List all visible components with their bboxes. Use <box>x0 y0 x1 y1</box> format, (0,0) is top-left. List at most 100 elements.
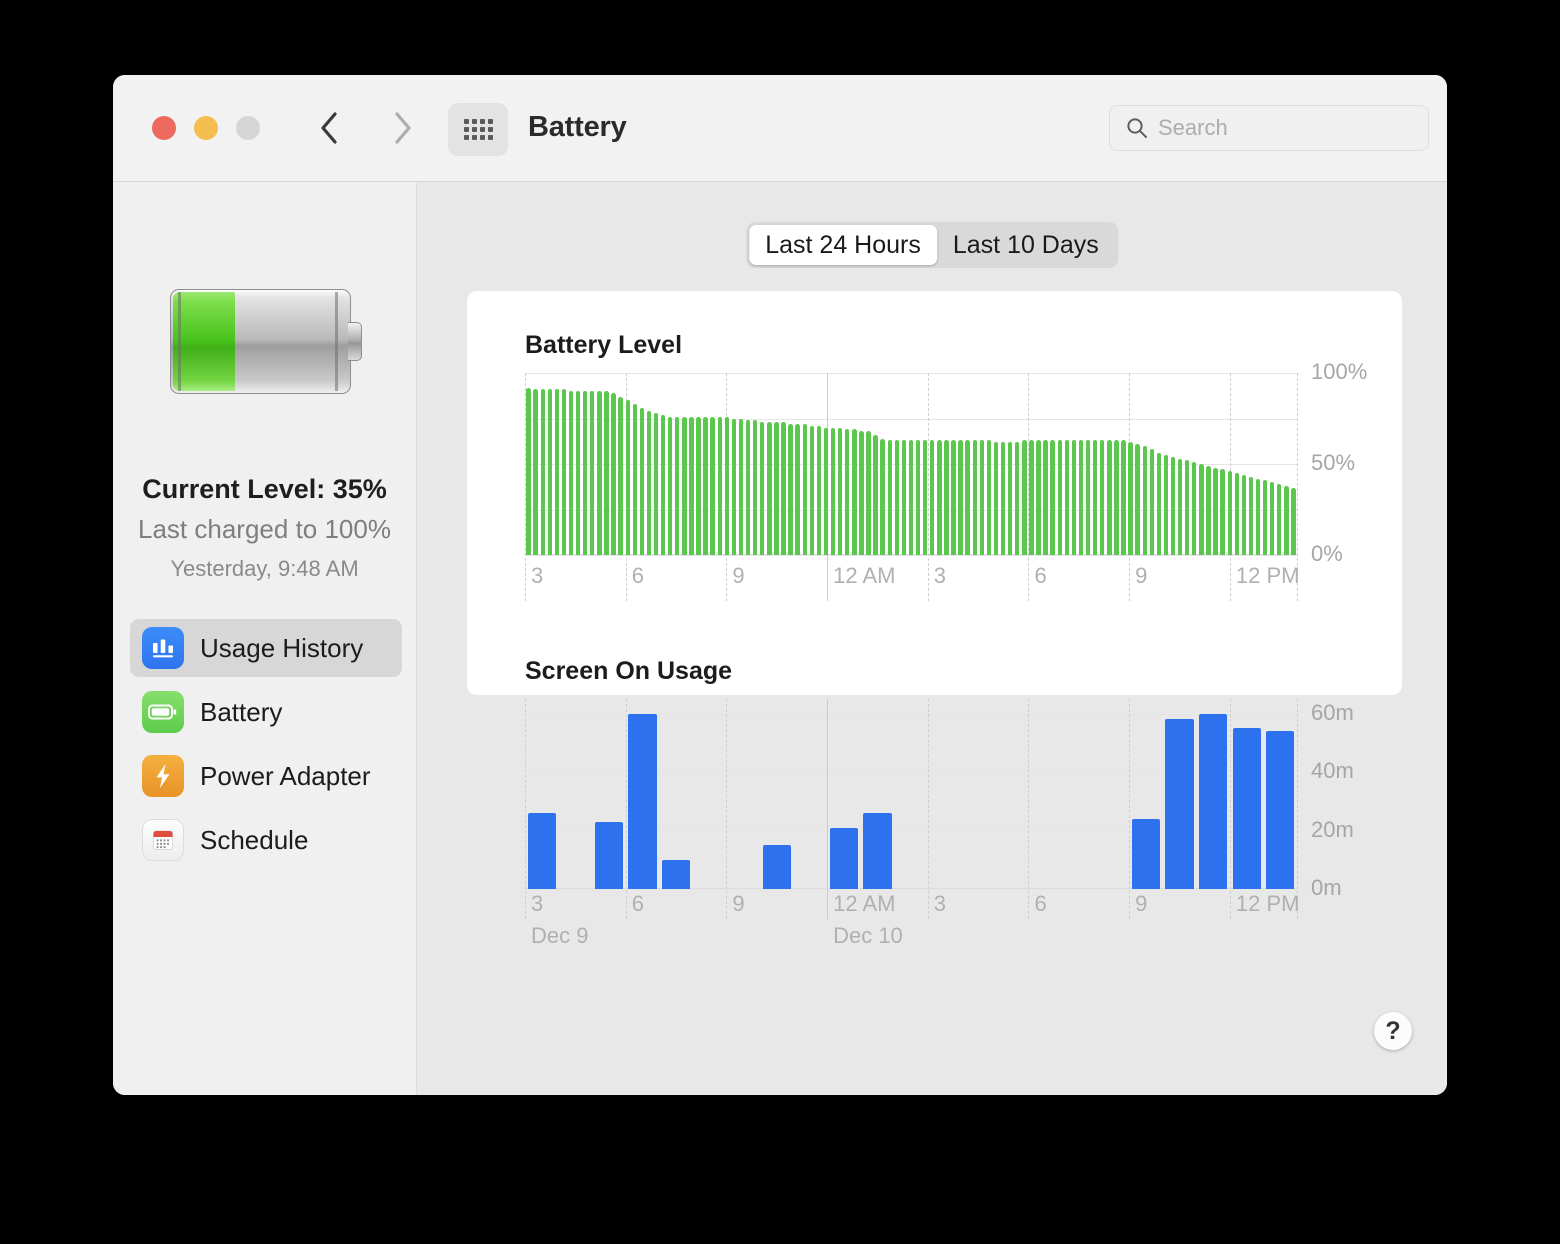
chart-bar <box>1029 440 1034 555</box>
grid-line-vertical <box>1297 699 1298 919</box>
chart-bar <box>527 813 556 889</box>
y-axis-tick-label: 20m <box>1311 816 1354 842</box>
chart-bar <box>547 389 552 555</box>
back-button[interactable] <box>312 111 346 145</box>
chart-bar <box>1135 443 1140 555</box>
chart-bar <box>1165 719 1194 889</box>
chart-bar <box>611 393 616 555</box>
sidebar-item-power-adapter[interactable]: Power Adapter <box>130 747 402 805</box>
chart-bar <box>774 422 779 555</box>
grid-line-vertical <box>1028 699 1030 919</box>
date-label: Dec 9 <box>531 923 589 948</box>
chart-bar <box>1007 442 1013 555</box>
chart-bar <box>1163 454 1169 555</box>
chart-bar <box>873 434 878 555</box>
search-field[interactable] <box>1109 105 1429 151</box>
chart-bar <box>526 387 531 555</box>
zoom-button[interactable] <box>236 116 260 140</box>
help-button[interactable]: ? <box>1374 1012 1412 1050</box>
chart-bar <box>781 422 786 555</box>
sidebar-item-usage-history[interactable]: Usage History <box>130 619 402 677</box>
grid-icon <box>463 119 493 140</box>
chart-bar <box>1213 467 1218 555</box>
grid-line-vertical <box>525 699 526 919</box>
y-axis-tick-label: 50% <box>1311 450 1356 475</box>
sidebar-item-schedule[interactable]: Schedule <box>130 811 402 869</box>
battery-level-chart[interactable] <box>525 373 1298 601</box>
grid-line-vertical <box>1129 699 1131 919</box>
battery-fill <box>173 292 235 391</box>
chart-bar <box>901 440 907 555</box>
show-all-button[interactable] <box>448 103 508 156</box>
chart-bar <box>1128 442 1133 555</box>
chart-bar <box>561 389 567 555</box>
chart-bar <box>575 391 581 555</box>
chart-bar <box>1121 440 1126 555</box>
grid-line-vertical <box>927 699 929 919</box>
chart-bar <box>717 416 722 555</box>
chart-bar <box>829 827 858 889</box>
window-body: Current Level: 35% Last charged to 100% … <box>113 182 1447 1095</box>
sidebar-item-battery[interactable]: Battery <box>130 683 402 741</box>
chart-bar <box>937 440 942 555</box>
chart-bar <box>866 431 871 555</box>
chart-bar <box>1227 471 1232 555</box>
chart-bar <box>1114 440 1119 555</box>
chart-bar <box>965 440 970 555</box>
battery-icon <box>142 691 184 733</box>
battery-level-chart-title: Battery Level <box>525 331 683 359</box>
chart-bar <box>1206 465 1211 555</box>
grid-line-vertical <box>726 699 728 919</box>
tab-last-24-hours[interactable]: Last 24 Hours <box>749 225 937 265</box>
forward-button[interactable] <box>386 111 420 145</box>
chart-bar <box>1199 464 1204 555</box>
x-axis-tick-label: 12 PM <box>1235 891 1300 916</box>
chart-bar <box>1270 482 1275 555</box>
chart-bar <box>604 391 609 555</box>
close-button[interactable] <box>152 116 176 140</box>
battery-preferences-window: Battery Current Level: 35% Last charged … <box>113 75 1447 1095</box>
chart-bar <box>639 407 645 555</box>
chart-bar <box>809 425 815 555</box>
sidebar: Current Level: 35% Last charged to 100% … <box>113 182 417 1095</box>
chart-bar <box>972 440 977 555</box>
range-segmented-control[interactable]: Last 24 Hours Last 10 Days <box>746 222 1118 268</box>
chart-bar <box>1149 449 1154 555</box>
chart-bar <box>762 845 791 889</box>
chart-bar <box>1036 440 1041 555</box>
last-charged-time: Yesterday, 9:48 AM <box>170 556 359 581</box>
y-axis-tick-label: 40m <box>1311 758 1354 784</box>
screen-on-usage-chart[interactable] <box>525 699 1298 919</box>
chart-bar <box>845 429 850 555</box>
grid-line <box>525 889 1297 890</box>
chart-bar <box>724 416 730 555</box>
chart-bar <box>1000 442 1006 555</box>
chart-bar <box>628 713 657 889</box>
chart-bar <box>951 440 956 555</box>
chart-bar <box>922 440 928 555</box>
window-toolbar: Battery <box>113 75 1447 182</box>
chart-bar <box>1248 476 1254 555</box>
chart-bar <box>1131 818 1161 889</box>
x-axis-tick-label: 9 <box>1135 891 1148 916</box>
chart-bar <box>646 411 652 555</box>
chart-bar <box>802 423 807 555</box>
tab-last-10-days[interactable]: Last 10 Days <box>937 225 1115 265</box>
chart-bar <box>1192 462 1197 555</box>
chart-bar <box>710 416 715 555</box>
y-axis-tick-label: 100% <box>1311 359 1368 384</box>
chart-bar <box>1100 440 1105 555</box>
chart-bar <box>1284 485 1289 555</box>
chart-bar <box>1078 440 1084 555</box>
x-axis-tick-label: 3 <box>531 891 544 916</box>
chart-bar <box>682 416 687 555</box>
sidebar-nav: Usage History Battery Power Adapter Sche… <box>130 619 402 875</box>
search-input[interactable] <box>1158 115 1398 141</box>
chart-bar <box>1241 474 1247 555</box>
chart-bar <box>760 422 765 555</box>
chart-bar <box>823 427 829 555</box>
chart-bar <box>1255 478 1261 555</box>
minimize-button[interactable] <box>194 116 218 140</box>
page-title: Battery <box>528 111 627 143</box>
chart-bar <box>667 416 673 555</box>
